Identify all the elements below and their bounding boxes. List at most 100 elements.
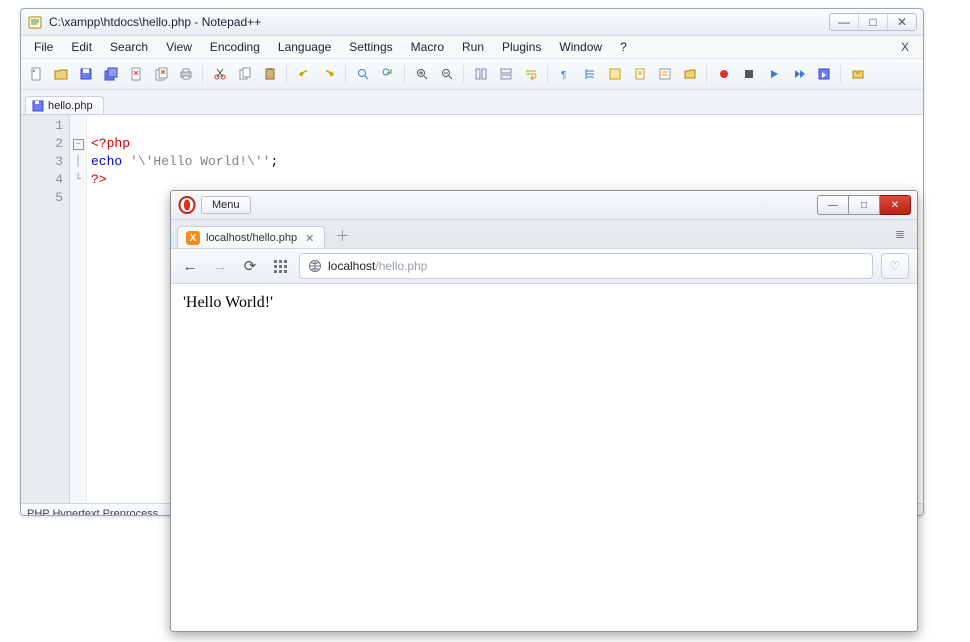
browser-maximize-button[interactable]: □ [849, 195, 880, 215]
tb-find-icon[interactable] [352, 63, 374, 85]
tb-zoom-in-icon[interactable] [411, 63, 433, 85]
nav-back-button[interactable]: ← [179, 255, 201, 277]
browser-tab[interactable]: X localhost/hello.php ✕ [177, 226, 325, 248]
tb-copy-icon[interactable] [234, 63, 256, 85]
npp-titlebar[interactable]: C:\xampp\htdocs\hello.php - Notepad++ — … [21, 9, 923, 36]
tb-play-icon[interactable] [763, 63, 785, 85]
menu-view[interactable]: View [159, 38, 199, 56]
tb-sep-5 [463, 65, 465, 83]
npp-menubar: File Edit Search View Encoding Language … [21, 36, 923, 59]
nav-speeddial-button[interactable] [269, 255, 291, 277]
browser-close-button[interactable]: ✕ [880, 195, 911, 215]
php-string: '\'Hello World!\'' [130, 154, 270, 169]
gutter-line: 5 [21, 189, 63, 207]
nav-forward-button[interactable]: → [209, 255, 231, 277]
tab-close-icon[interactable]: ✕ [303, 232, 316, 245]
maximize-icon: □ [861, 200, 867, 211]
tb-folder-icon[interactable] [679, 63, 701, 85]
space [122, 154, 130, 169]
menu-edit[interactable]: Edit [64, 38, 99, 56]
browser-tabstrip: X localhost/hello.php ✕ ＋ ≣ [171, 220, 917, 249]
tb-stop-icon[interactable] [738, 63, 760, 85]
tb-record-icon[interactable] [713, 63, 735, 85]
menu-file[interactable]: File [27, 38, 60, 56]
tb-close-icon[interactable] [125, 63, 147, 85]
php-open-tag: <?php [91, 136, 130, 151]
tb-cut-icon[interactable] [209, 63, 231, 85]
address-bar[interactable]: localhost/hello.php [299, 253, 873, 279]
npp-tab-label: hello.php [48, 100, 93, 112]
menu-encoding[interactable]: Encoding [203, 38, 267, 56]
opera-icon [177, 195, 197, 215]
tb-sep-4 [404, 65, 406, 83]
tb-plugin-icon[interactable] [847, 63, 869, 85]
tb-replace-icon[interactable] [377, 63, 399, 85]
menu-side-close[interactable]: X [894, 38, 917, 56]
nav-reload-button[interactable]: ⟳ [239, 255, 261, 277]
menu-run[interactable]: Run [455, 38, 491, 56]
panels-icon[interactable]: ≣ [889, 223, 911, 245]
npp-close-button[interactable]: ✕ [887, 14, 916, 30]
gutter-line: 3 [21, 153, 63, 171]
tb-new-icon[interactable] [25, 63, 47, 85]
page-output: 'Hello World!' [183, 294, 273, 311]
npp-toolbar: ¶ [21, 59, 923, 90]
menu-language[interactable]: Language [271, 38, 338, 56]
tb-zoom-out-icon[interactable] [436, 63, 458, 85]
tb-wrap-icon[interactable] [520, 63, 542, 85]
url-text: localhost/hello.php [328, 259, 427, 273]
menu-search[interactable]: Search [103, 38, 155, 56]
tb-save-icon[interactable] [75, 63, 97, 85]
gutter-line: 4 [21, 171, 63, 189]
new-tab-button[interactable]: ＋ [331, 226, 353, 246]
tb-sep-7 [706, 65, 708, 83]
npp-title-text: C:\xampp\htdocs\hello.php - Notepad++ [49, 15, 829, 29]
menu-settings[interactable]: Settings [342, 38, 399, 56]
url-host: localhost [328, 259, 375, 273]
code-line-4: ?> [91, 172, 107, 187]
tb-sep-8 [840, 65, 842, 83]
browser-titlebar[interactable]: Menu — □ ✕ [171, 191, 917, 220]
close-icon: ✕ [891, 200, 899, 211]
tb-sync-h-icon[interactable] [495, 63, 517, 85]
tb-save-all-icon[interactable] [100, 63, 122, 85]
tb-close-all-icon[interactable] [150, 63, 172, 85]
tb-redo-icon[interactable] [318, 63, 340, 85]
menu-help[interactable]: ? [613, 38, 634, 56]
tb-show-all-icon[interactable]: ¶ [554, 63, 576, 85]
xampp-icon: X [186, 231, 200, 245]
semicolon: ; [270, 154, 278, 169]
tb-func-list-icon[interactable] [654, 63, 676, 85]
npp-maximize-button[interactable]: □ [858, 14, 887, 30]
npp-window-controls: — □ ✕ [829, 13, 917, 31]
tb-userlang-icon[interactable] [604, 63, 626, 85]
tb-save-macro-icon[interactable] [813, 63, 835, 85]
tb-open-icon[interactable] [50, 63, 72, 85]
fold-column: − │ └ [70, 115, 87, 503]
browser-minimize-button[interactable]: — [817, 195, 849, 215]
bookmark-button[interactable]: ♡ [881, 253, 909, 279]
tb-indent-guide-icon[interactable] [579, 63, 601, 85]
tb-doc-map-icon[interactable] [629, 63, 651, 85]
browser-viewport: 'Hello World!' [171, 284, 917, 322]
tb-print-icon[interactable] [175, 63, 197, 85]
fold-toggle-icon[interactable]: − [73, 139, 84, 150]
browser-window: Menu — □ ✕ X localhost/hello.php ✕ ＋ ≣ ←… [170, 190, 918, 632]
browser-menu-button[interactable]: Menu [201, 196, 251, 214]
menu-window[interactable]: Window [552, 38, 609, 56]
gutter-line: 1 [21, 117, 63, 135]
file-icon [32, 100, 44, 112]
tb-play-multi-icon[interactable] [788, 63, 810, 85]
status-language: PHP Hypertext Preprocess [27, 508, 158, 516]
maximize-icon: □ [869, 15, 876, 29]
browser-tab-label: localhost/hello.php [206, 232, 297, 244]
minimize-icon: — [838, 15, 850, 29]
tb-paste-icon[interactable] [259, 63, 281, 85]
menu-plugins[interactable]: Plugins [495, 38, 548, 56]
menu-macro[interactable]: Macro [404, 38, 451, 56]
code-line-2: <?php [91, 136, 130, 151]
npp-tab-hello[interactable]: hello.php [25, 96, 104, 114]
npp-minimize-button[interactable]: — [830, 14, 858, 30]
tb-sync-v-icon[interactable] [470, 63, 492, 85]
tb-undo-icon[interactable] [293, 63, 315, 85]
